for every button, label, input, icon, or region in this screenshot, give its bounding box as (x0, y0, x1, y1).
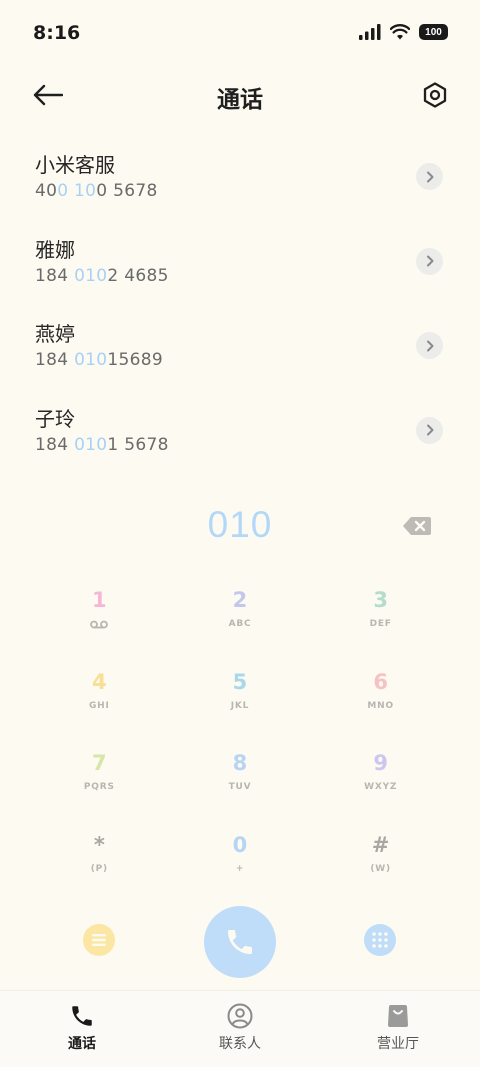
contact-number: 400 100 5678 (35, 181, 158, 201)
key-letters: WXYZ (364, 782, 398, 793)
dial-key[interactable]: * (P) (29, 827, 170, 909)
dialpad-toggle-button[interactable] (364, 924, 396, 956)
contact-name: 子玲 (35, 406, 75, 431)
contact-detail-button[interactable] (416, 332, 443, 359)
contact-name: 小米客服 (35, 153, 115, 177)
page-title: 通话 (217, 87, 263, 113)
contact-number: 184 0102 4685 (35, 265, 169, 286)
contact-detail-button[interactable] (416, 416, 443, 444)
chevron-right-icon (426, 424, 433, 436)
dial-key[interactable]: 7 PQRS (29, 745, 170, 827)
dial-key[interactable]: 0 + (170, 827, 311, 909)
key-letters: JKL (230, 700, 250, 711)
nav-label: 营业厅 (377, 1036, 419, 1052)
dial-key[interactable]: # (W) (310, 827, 451, 909)
key-digit: 4 (92, 669, 107, 694)
key-letters: + (235, 864, 245, 875)
nav-tab-contacts[interactable]: 联系人 (190, 1003, 290, 1053)
contact-item[interactable]: 燕婷 184 01015689 (0, 302, 480, 387)
dial-key[interactable]: 1 (29, 582, 170, 664)
wifi-icon (390, 24, 410, 40)
voicemail-icon (90, 618, 109, 630)
match-highlight: 010 (74, 434, 108, 455)
chevron-right-icon (426, 255, 433, 267)
signal-icon (359, 24, 381, 40)
key-digit: 0 (232, 833, 248, 858)
backspace-icon (403, 517, 431, 535)
key-letters: MNO (367, 700, 394, 711)
key-digit: # (371, 833, 390, 858)
match-highlight: 0 10 (57, 181, 97, 201)
contact-item[interactable]: 小米客服 400 100 5678 (0, 133, 480, 218)
key-digit: 5 (232, 669, 248, 694)
nav-tab-calls[interactable]: 通话 (32, 1003, 132, 1053)
status-icons: 100 (359, 24, 448, 40)
dial-action-row (0, 906, 480, 980)
battery-level: 100 (425, 26, 442, 38)
contact-number: 184 01015689 (35, 350, 164, 370)
bottom-navigation: 通话 联系人 营业厅 (0, 990, 480, 1067)
shopping-bag-icon (388, 1005, 408, 1027)
list-icon (92, 934, 106, 946)
chevron-right-icon (426, 340, 433, 351)
dial-keypad: 1 2 ABC 3 DEF 4 GHI 5 JKL 6 MNO 7 PQRS 8 TUV 9 WXYZ * (P) 0… (29, 582, 451, 909)
hexagon-gear-icon (423, 82, 447, 108)
key-digit: 7 (92, 751, 107, 776)
status-time: 8:16 (33, 22, 81, 44)
battery-icon: 100 (419, 24, 448, 40)
contact-item[interactable]: 雅娜 184 0102 4685 (0, 218, 480, 303)
contact-suggestion-list: 小米客服 400 100 5678 雅娜 184 0102 4685 燕婷 18… (0, 133, 480, 471)
contact-detail-button[interactable] (416, 163, 443, 190)
dialpad-icon (372, 932, 388, 948)
backspace-button[interactable] (402, 515, 432, 537)
key-letters: PQRS (83, 782, 115, 793)
dial-key[interactable]: 4 GHI (29, 664, 170, 746)
phone-icon (72, 1006, 92, 1026)
contact-item[interactable]: 子玲 184 0101 5678 (0, 387, 480, 472)
key-letters: GHI (88, 700, 110, 711)
menu-button[interactable] (83, 924, 115, 956)
dial-key[interactable]: 9 WXYZ (310, 745, 451, 827)
match-highlight: 010 (74, 350, 108, 370)
person-circle-icon (227, 1003, 253, 1029)
key-letters: DEF (369, 619, 392, 629)
key-letters: TUV (228, 782, 252, 793)
chevron-right-icon (426, 171, 433, 182)
call-button[interactable] (204, 906, 276, 978)
key-digit: 3 (373, 588, 388, 612)
contact-detail-button[interactable] (416, 247, 443, 275)
key-digit: 1 (92, 588, 107, 612)
phone-screen: 8:16 100 通话 小米客服 400 100 5678 雅娜 184 010… (0, 0, 480, 1067)
dial-key[interactable]: 3 DEF (310, 582, 451, 664)
match-highlight: 010 (74, 265, 108, 286)
dial-key[interactable]: 5 JKL (170, 664, 311, 746)
key-digit: 8 (232, 751, 248, 776)
key-letters: (W) (370, 864, 391, 875)
dial-key[interactable]: 6 MNO (310, 664, 451, 746)
contact-name: 燕婷 (35, 322, 75, 346)
phone-icon (228, 930, 252, 954)
contact-name: 雅娜 (35, 237, 75, 262)
key-digit: 9 (373, 751, 388, 776)
contact-number: 184 0101 5678 (35, 434, 169, 455)
key-letters: ABC (228, 619, 252, 629)
nav-label: 联系人 (219, 1036, 261, 1052)
dial-key[interactable]: 8 TUV (170, 745, 311, 827)
key-digit: 6 (373, 669, 388, 694)
dial-key[interactable]: 2 ABC (170, 582, 311, 664)
header: 通话 (0, 64, 480, 126)
nav-label: 通话 (68, 1036, 96, 1052)
key-letters: (P) (90, 864, 108, 875)
key-digit: 2 (232, 588, 248, 612)
nav-tab-store[interactable]: 营业厅 (348, 1003, 448, 1053)
settings-button[interactable] (418, 78, 452, 112)
status-bar: 8:16 100 (0, 0, 480, 64)
dial-display: 010 (0, 500, 480, 556)
key-digit: * (93, 833, 105, 858)
